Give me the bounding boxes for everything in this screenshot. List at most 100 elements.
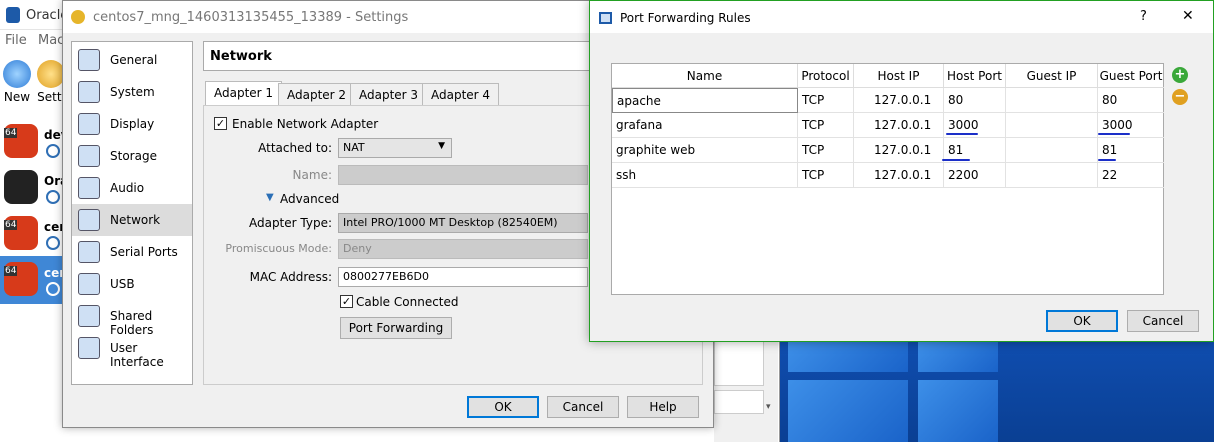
toolbar: New Setti <box>0 52 70 108</box>
cell-host-ip[interactable]: 127.0.0.1 <box>854 163 944 188</box>
network-icon <box>78 209 100 231</box>
column-header-name[interactable]: Name <box>612 64 798 88</box>
cell-protocol[interactable]: TCP <box>798 88 854 113</box>
mac-address-field[interactable]: 0800277EB6D0 <box>338 267 588 287</box>
category-label: Serial Ports <box>110 245 178 259</box>
cell-guest-port[interactable]: 80 <box>1098 88 1164 113</box>
vm-list-item[interactable]: Ora <box>0 164 68 212</box>
category-storage[interactable]: Storage <box>72 140 192 172</box>
pf-ok-button[interactable]: OK <box>1046 310 1118 332</box>
close-button[interactable]: ✕ <box>1182 8 1194 24</box>
name-label: Name: <box>292 168 332 182</box>
promiscuous-mode-label: Promiscuous Mode: <box>225 242 332 255</box>
section-title: Network <box>210 49 272 64</box>
cell-name[interactable]: ssh <box>612 163 798 188</box>
scroll-down-icon[interactable]: ▾ <box>766 402 776 416</box>
category-user-interface[interactable]: User Interface <box>72 332 192 369</box>
cell-protocol[interactable]: TCP <box>798 113 854 138</box>
cable-connected-checkbox[interactable]: ✓ <box>340 295 353 308</box>
attached-to-value: NAT <box>343 141 365 154</box>
cell-name[interactable]: grafana <box>612 113 798 138</box>
category-audio[interactable]: Audio <box>72 172 192 204</box>
power-state-icon <box>46 190 60 204</box>
windows-logo-pane <box>918 380 998 442</box>
cell-name[interactable]: apache <box>612 88 798 113</box>
port-forwarding-dialog: Port Forwarding Rules ? ✕ Name Protocol … <box>589 0 1214 342</box>
port-forwarding-table[interactable]: Name Protocol Host IP Host Port Guest IP… <box>611 63 1164 295</box>
cable-connected-label: Cable Connected <box>356 295 459 309</box>
category-label: Storage <box>110 149 157 163</box>
cell-host-port[interactable]: 80 <box>944 88 1006 113</box>
cell-guest-ip[interactable] <box>1006 163 1098 188</box>
help-button[interactable]: ? <box>1140 9 1147 24</box>
settings-help-button[interactable]: Help <box>627 396 699 418</box>
cell-host-ip[interactable]: 127.0.0.1 <box>854 138 944 163</box>
shared-folders-icon <box>78 305 100 327</box>
port-forwarding-button[interactable]: Port Forwarding <box>340 317 452 339</box>
tab-adapter-3[interactable]: Adapter 3 <box>350 83 428 105</box>
name-field <box>338 165 588 185</box>
gear-icon <box>37 60 65 88</box>
chevron-down-icon: ▼ <box>438 141 445 151</box>
windows-logo-pane <box>918 342 998 372</box>
cell-host-ip[interactable]: 127.0.0.1 <box>854 88 944 113</box>
menu-file[interactable]: File <box>5 33 27 48</box>
vm-list-item-selected[interactable]: 64 cen <box>0 256 68 304</box>
remove-rule-icon[interactable]: − <box>1172 89 1188 105</box>
settings-cancel-button[interactable]: Cancel <box>547 396 619 418</box>
category-network[interactable]: Network <box>72 204 192 236</box>
add-rule-icon[interactable]: + <box>1172 67 1188 83</box>
cell-guest-port[interactable]: 22 <box>1098 163 1164 188</box>
category-serial-ports[interactable]: Serial Ports <box>72 236 192 268</box>
promiscuous-mode-select: Deny <box>338 239 588 259</box>
cell-guest-ip[interactable] <box>1006 113 1098 138</box>
expand-triangle-icon[interactable]: ▼ <box>266 192 274 203</box>
power-state-icon <box>46 236 60 250</box>
vm-list-item[interactable]: 64 dev <box>0 118 69 166</box>
enable-adapter-checkbox[interactable]: ✓ <box>214 117 227 130</box>
general-icon <box>78 49 100 71</box>
settings-ok-button[interactable]: OK <box>467 396 539 418</box>
audio-icon <box>78 177 100 199</box>
category-display[interactable]: Display <box>72 108 192 140</box>
pf-titlebar: Port Forwarding Rules ? ✕ <box>590 1 1213 33</box>
new-button[interactable]: New <box>0 60 34 108</box>
tab-adapter-2[interactable]: Adapter 2 <box>278 83 356 105</box>
usb-icon <box>78 273 100 295</box>
category-shared-folders[interactable]: Shared Folders <box>72 300 192 337</box>
pf-cancel-button[interactable]: Cancel <box>1127 310 1199 332</box>
column-header-host-port[interactable]: Host Port <box>944 64 1006 88</box>
adapter-type-value: Intel PRO/1000 MT Desktop (82540EM) <box>343 216 558 229</box>
column-header-protocol[interactable]: Protocol <box>798 64 854 88</box>
category-label: General <box>110 53 158 67</box>
cell-name[interactable]: graphite web <box>612 138 798 163</box>
cell-protocol[interactable]: TCP <box>798 163 854 188</box>
advanced-toggle[interactable]: Advanced <box>280 192 339 206</box>
category-usb[interactable]: USB <box>72 268 192 300</box>
cell-guest-ip[interactable] <box>1006 138 1098 163</box>
settings-label: Setti <box>37 90 65 104</box>
settings-gear-icon <box>71 10 85 24</box>
settings-title: centos7_mng_1460313135455_13389 - Settin… <box>93 10 409 25</box>
cell-host-ip[interactable]: 127.0.0.1 <box>854 113 944 138</box>
cell-protocol[interactable]: TCP <box>798 138 854 163</box>
column-header-guest-port[interactable]: Guest Port <box>1098 64 1164 88</box>
cell-host-port[interactable]: 2200 <box>944 163 1006 188</box>
tab-adapter-4[interactable]: Adapter 4 <box>422 83 500 105</box>
system-icon <box>78 81 100 103</box>
category-label: User Interface <box>110 341 164 369</box>
tab-adapter-1[interactable]: Adapter 1 <box>205 81 283 107</box>
new-vm-icon <box>3 60 31 88</box>
category-system[interactable]: System <box>72 76 192 108</box>
windows-logo-pane <box>788 342 908 372</box>
column-header-guest-ip[interactable]: Guest IP <box>1006 64 1098 88</box>
menu-machine[interactable]: Mac <box>38 33 64 48</box>
pf-title: Port Forwarding Rules <box>620 11 751 25</box>
vm-list-item[interactable]: 64 cen <box>0 210 68 258</box>
cell-guest-ip[interactable] <box>1006 88 1098 113</box>
adapter-type-label: Adapter Type: <box>248 216 332 230</box>
attached-to-select[interactable]: NAT ▼ <box>338 138 452 158</box>
column-header-host-ip[interactable]: Host IP <box>854 64 944 88</box>
adapter-type-select[interactable]: Intel PRO/1000 MT Desktop (82540EM) <box>338 213 588 233</box>
category-general[interactable]: General <box>72 44 192 76</box>
